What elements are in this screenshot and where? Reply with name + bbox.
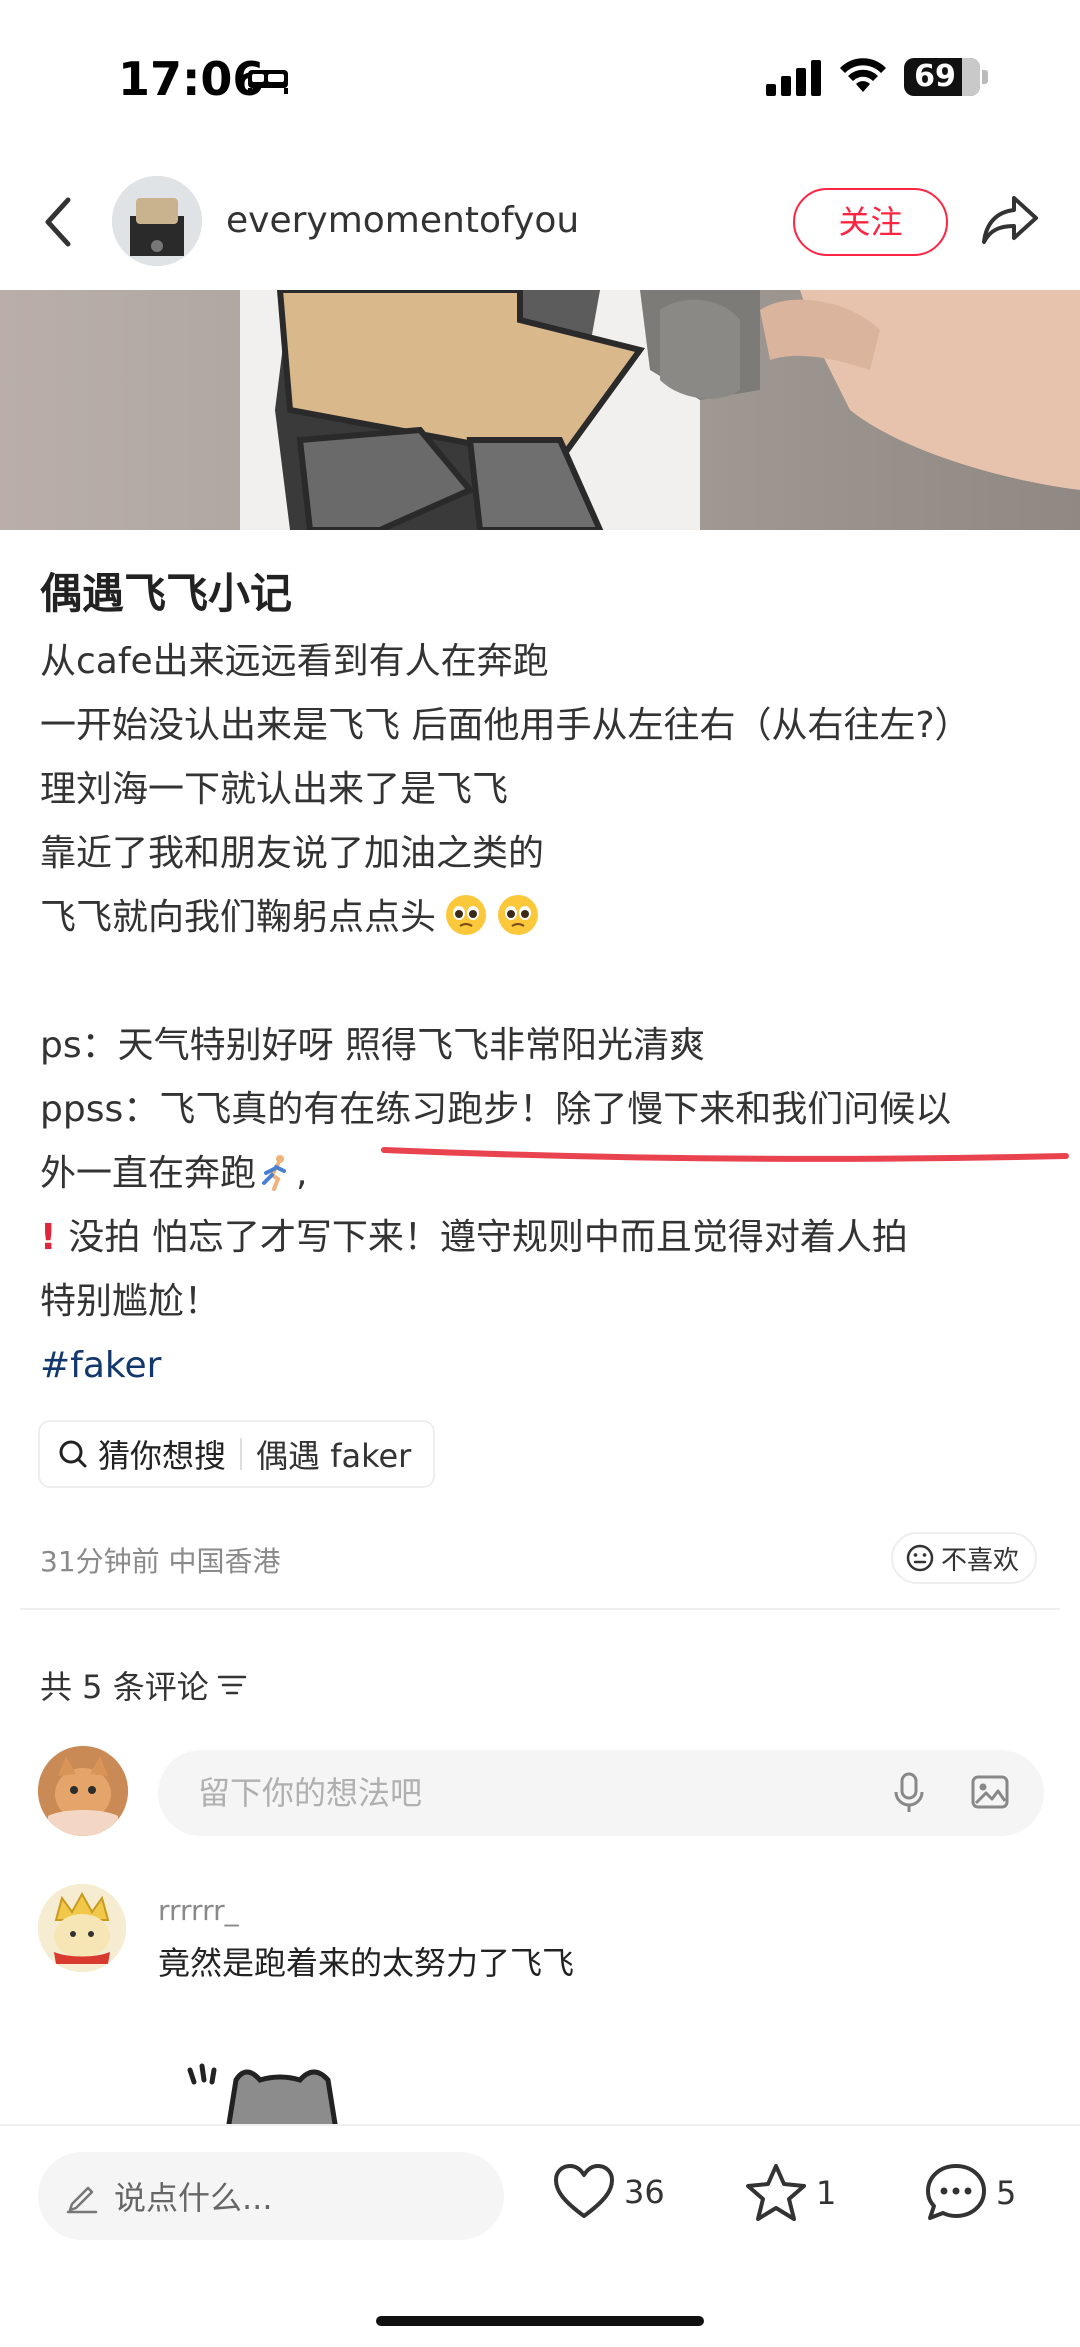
heart-icon: [554, 2164, 614, 2218]
post-line: 外一直在奔跑: [40, 1153, 257, 1194]
microphone-icon[interactable]: [892, 1772, 926, 1814]
battery-cap: [982, 70, 988, 84]
red-underline-annotation: [381, 1147, 1069, 1162]
comment-bubble-icon: [926, 2164, 986, 2220]
hashtag-link[interactable]: #faker: [40, 1334, 1060, 1398]
comment-text: 竟然是跑着来的太努力了飞飞: [158, 1944, 575, 1982]
image-upload-icon[interactable]: [970, 1772, 1010, 1812]
author-avatar[interactable]: [112, 176, 202, 266]
section-divider: [20, 1608, 1060, 1610]
post-line: 飞飞就向我们鞠躬点点头: [40, 897, 437, 938]
cat-sticker-image: [187, 2063, 339, 2130]
post-line: 一开始没认出来是飞飞 后面他用手从左往右（从右往左?）: [40, 705, 971, 746]
bottom-action-bar: 说点什么... 36 1 5: [0, 2124, 1080, 2347]
bottom-comment-input[interactable]: 说点什么...: [38, 2152, 504, 2240]
pencil-icon: [66, 2186, 98, 2214]
chip-label: 猜你想搜: [98, 1437, 227, 1475]
post-line: 从cafe出来远远看到有人在奔跑: [40, 641, 549, 682]
post-line: 没拍 怕忘了才写下来！遵守规则中而且觉得对着人拍: [68, 1217, 908, 1258]
post-line-with-emoji: 飞飞就向我们鞠躬点点头: [40, 886, 1060, 950]
chip-divider: [240, 1438, 243, 1470]
author-username[interactable]: everymomentofyou: [226, 200, 579, 241]
star-icon: [746, 2164, 806, 2221]
comment-count-label: 共 5 条评论: [40, 1668, 209, 1706]
neutral-face-icon: [906, 1544, 934, 1572]
battery-level: 69: [914, 59, 956, 94]
post-line: 特别尴尬！: [40, 1281, 221, 1322]
post-line: ppss：飞飞真的有在练习跑步！除了慢下来和我们问候以: [40, 1089, 952, 1130]
pleading-face-emoji-icon: [498, 895, 539, 935]
guess-search-chip[interactable]: 猜你想搜 偶遇 faker: [38, 1420, 436, 1488]
cellular-signal-icon: [766, 60, 821, 96]
follow-button[interactable]: 关注: [793, 188, 948, 256]
collect-button[interactable]: 1: [744, 2162, 836, 2224]
exclamation-mark-icon: !: [40, 1217, 57, 1258]
comment-item[interactable]: rrrrrr_ 竟然是跑着来的太努力了飞飞: [38, 1884, 1038, 2004]
share-icon[interactable]: [980, 192, 1040, 248]
status-time: 17:06: [118, 52, 265, 106]
dislike-label: 不喜欢: [941, 1545, 1020, 1576]
search-icon: [59, 1440, 87, 1468]
commenter-avatar[interactable]: [38, 1884, 126, 1972]
battery-indicator: 69: [904, 58, 980, 96]
post-line: ps：天气特别好呀 照得飞飞非常阳光清爽: [40, 1025, 706, 1066]
comment-count: 5: [996, 2174, 1017, 2212]
comment-input-box[interactable]: [158, 1750, 1044, 1836]
post-title: 偶遇飞飞小记: [40, 569, 293, 618]
chip-query: 偶遇 faker: [256, 1437, 412, 1475]
post-line: 理刘海一下就认出来了是飞飞: [40, 769, 509, 810]
post-time-location: 31分钟前 中国香港: [40, 1545, 281, 1578]
comment-count-header[interactable]: 共 5 条评论: [40, 1662, 247, 1708]
post-line-with-emoji: ! 没拍 怕忘了才写下来！遵守规则中而且觉得对着人拍: [40, 1206, 1060, 1270]
pleading-face-emoji-icon: [446, 895, 487, 935]
dislike-button[interactable]: 不喜欢: [891, 1532, 1038, 1584]
like-count: 36: [624, 2173, 665, 2211]
my-avatar: [38, 1746, 128, 1836]
bed-icon: [248, 70, 288, 94]
post-image[interactable]: [0, 290, 1080, 530]
post-line: 靠近了我和朋友说了加油之类的: [40, 833, 545, 874]
home-indicator[interactable]: [376, 2316, 704, 2326]
comment-button[interactable]: 5: [924, 2162, 1016, 2224]
comment-author[interactable]: rrrrrr_: [158, 1894, 239, 1927]
wifi-icon: [840, 58, 886, 92]
comment-input[interactable]: [198, 1750, 898, 1836]
post-body: 从cafe出来远远看到有人在奔跑 一开始没认出来是飞飞 后面他用手从左往右（从右…: [40, 630, 1060, 1398]
running-person-emoji-icon: [262, 1155, 287, 1191]
bottom-input-placeholder: 说点什么...: [114, 2179, 273, 2217]
collect-count: 1: [816, 2174, 837, 2212]
like-button[interactable]: 36: [552, 2162, 665, 2222]
status-bar: 17:06 69: [0, 0, 1080, 160]
back-arrow-icon[interactable]: [40, 192, 76, 252]
sort-filter-icon[interactable]: [217, 1673, 247, 1697]
